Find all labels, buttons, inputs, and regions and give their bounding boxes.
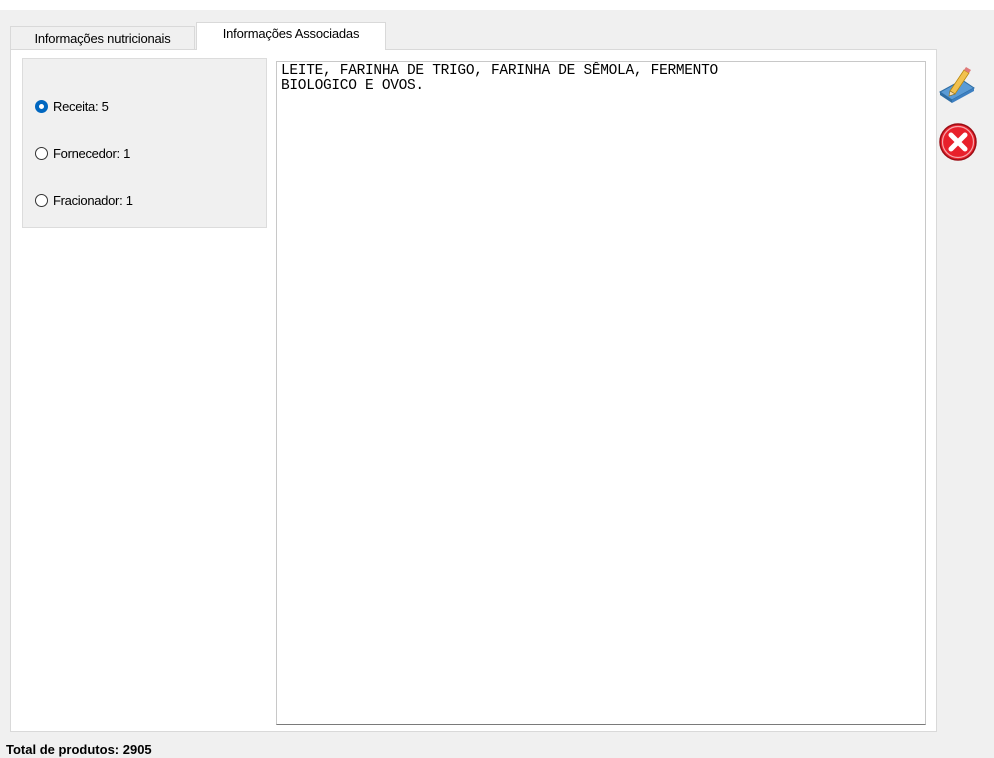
radio-label-fornecedor: Fornecedor: 1 bbox=[53, 145, 131, 161]
radio-button[interactable] bbox=[35, 193, 48, 207]
associated-info-textarea[interactable]: LEITE, FARINHA DE TRIGO, FARINHA DE SÊMO… bbox=[276, 61, 926, 725]
close-x-icon[interactable] bbox=[938, 122, 978, 162]
radio-option-receita[interactable]: Receita: 5 bbox=[35, 97, 109, 115]
radio-button[interactable] bbox=[35, 146, 48, 160]
tab-informacoes-nutricionais[interactable]: Informações nutricionais bbox=[10, 26, 195, 50]
total-products-label: Total de produtos: 2905 bbox=[6, 742, 152, 757]
source-options-group: Receita: 5 Fornecedor: 1 Fracionador: 1 bbox=[22, 58, 267, 228]
tab-informacoes-associadas[interactable]: Informações Associadas bbox=[196, 22, 386, 50]
radio-button-checked[interactable] bbox=[35, 99, 48, 113]
radio-option-fracionador[interactable]: Fracionador: 1 bbox=[35, 191, 133, 209]
radio-label-fracionador: Fracionador: 1 bbox=[53, 192, 133, 208]
status-bar: Total de produtos: 2905 bbox=[0, 732, 994, 758]
radio-label-receita: Receita: 5 bbox=[53, 98, 109, 114]
radio-option-fornecedor[interactable]: Fornecedor: 1 bbox=[35, 144, 130, 162]
top-strip bbox=[0, 0, 994, 10]
edit-pencil-icon[interactable] bbox=[936, 66, 976, 106]
